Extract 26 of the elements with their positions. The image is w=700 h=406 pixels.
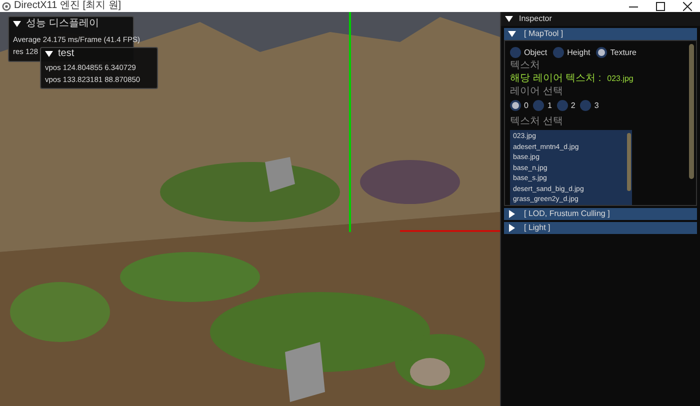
- section-header[interactable]: [ MapTool ]: [504, 28, 697, 40]
- collapse-arrow-icon[interactable]: [508, 30, 516, 38]
- panel-title: 성능 디스플레이: [26, 19, 99, 29]
- radio-button[interactable]: Texture: [596, 47, 636, 58]
- maximize-icon[interactable]: [656, 2, 665, 10]
- section-label: 텍스처 선택: [510, 117, 564, 127]
- expand-arrow-icon[interactable]: [508, 224, 516, 232]
- scrollbar-thumb[interactable]: [689, 44, 694, 179]
- expand-arrow-icon[interactable]: [508, 210, 516, 218]
- window-title: DirectX11 엔진 [최지 원]: [14, 1, 122, 11]
- collapse-arrow-icon[interactable]: [505, 15, 513, 23]
- section-label: 텍스처: [510, 61, 541, 71]
- section-header[interactable]: [ Light ]: [504, 222, 697, 234]
- panel-title: Inspector: [519, 15, 552, 23]
- collapse-arrow-icon[interactable]: [13, 20, 21, 28]
- section-label: 레이어 선택: [510, 87, 564, 97]
- radio-button[interactable]: Height: [553, 47, 590, 58]
- field-label: 해당 레이어 텍스처 :: [510, 74, 602, 84]
- app-icon: [2, 2, 11, 10]
- radio-button[interactable]: Object: [510, 47, 548, 58]
- section-header[interactable]: [ LOD, Frustum Culling ]: [504, 208, 697, 220]
- panel-title: test: [58, 48, 74, 58]
- close-icon[interactable]: [683, 2, 692, 10]
- scrollbar-thumb[interactable]: [627, 133, 631, 191]
- field-value: 023.jpg: [607, 75, 634, 83]
- collapse-arrow-icon[interactable]: [45, 50, 53, 58]
